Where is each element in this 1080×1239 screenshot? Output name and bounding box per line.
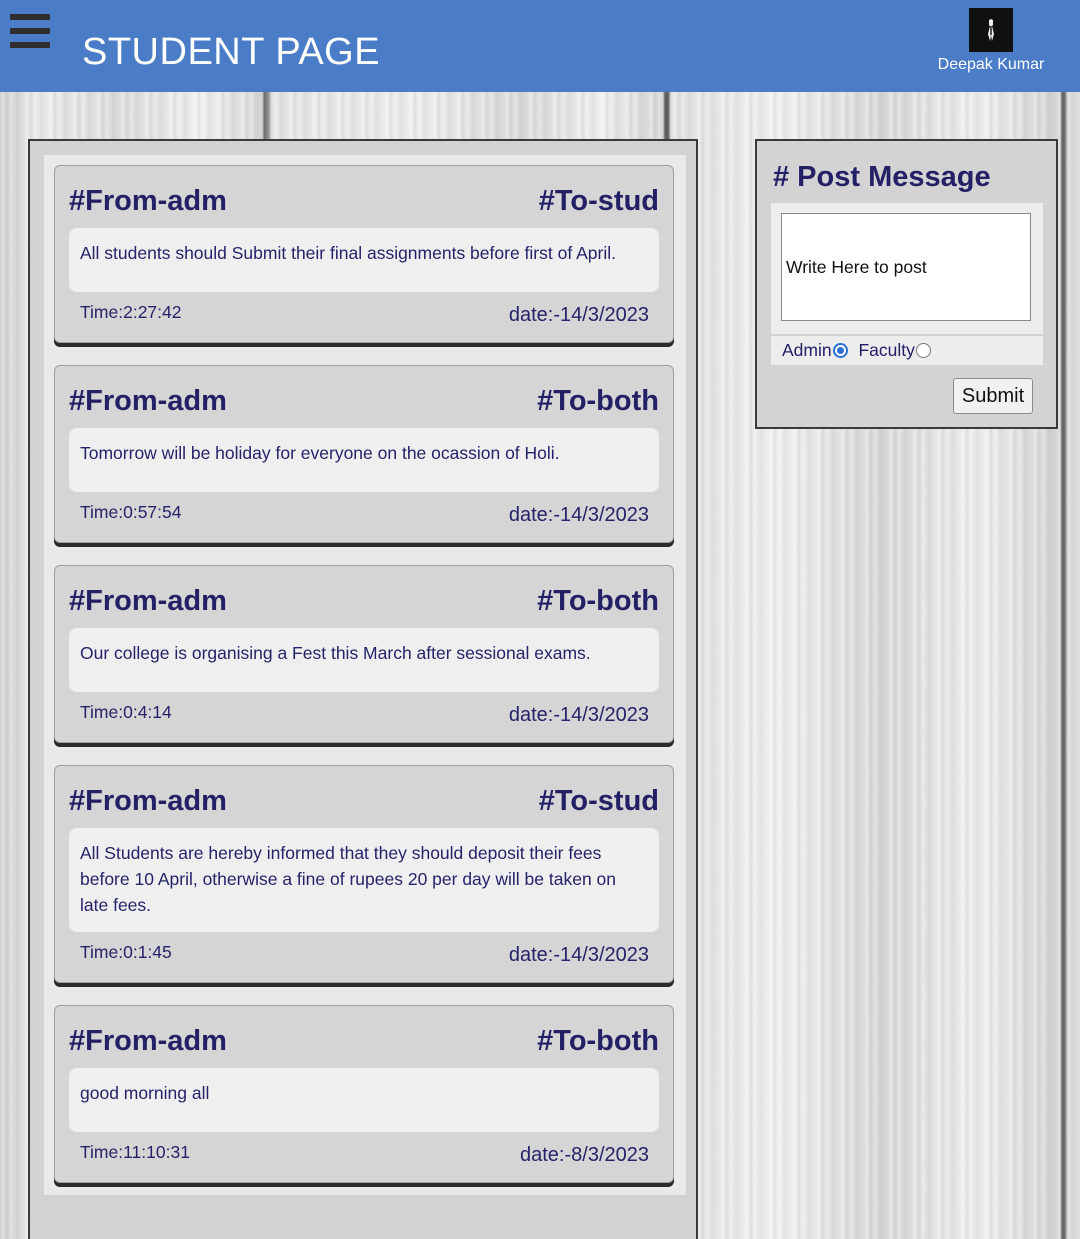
post-item: #From-adm #To-stud All students should S… <box>44 155 686 355</box>
avatar[interactable] <box>969 8 1013 52</box>
post-card: #From-adm #To-both good morning all Time… <box>54 1005 674 1183</box>
post-item: #From-adm #To-stud All Students are here… <box>44 755 686 995</box>
radio-faculty[interactable] <box>915 342 931 358</box>
post-message-panel: # Post Message Write Here to post Admin … <box>755 139 1058 429</box>
post-message: All students should Submit their final a… <box>69 228 659 292</box>
post-recipient: #To-both <box>537 585 659 617</box>
message-input[interactable]: Write Here to post <box>781 213 1031 321</box>
recipient-label-admin: Admin <box>782 340 832 360</box>
radio-admin[interactable] <box>832 342 848 358</box>
recipient-label-faculty: Faculty <box>858 340 915 360</box>
post-date: date:-8/3/2023 <box>520 1144 649 1166</box>
post-sender: #From-adm <box>69 1025 227 1057</box>
recipient-option-admin[interactable]: Admin <box>782 336 850 364</box>
post-recipient: #To-stud <box>538 785 659 817</box>
post-item: #From-adm #To-both good morning all Time… <box>44 995 686 1195</box>
post-date: date:-14/3/2023 <box>508 504 649 526</box>
post-time: Time:0:57:54 <box>80 502 182 522</box>
post-message: Our college is organising a Fest this Ma… <box>69 628 659 692</box>
compose-form: Write Here to post Admin Faculty <box>771 203 1043 365</box>
post-card: #From-adm #To-both Tomorrow will be holi… <box>54 365 674 543</box>
post-date: date:-14/3/2023 <box>508 304 649 326</box>
page-title: STUDENT PAGE <box>82 31 381 73</box>
post-sender: #From-adm <box>69 785 227 817</box>
user-profile[interactable]: Deepak Kumar <box>930 8 1052 84</box>
post-sender: #From-adm <box>69 585 227 617</box>
recipient-selector: Admin Faculty <box>771 334 1043 366</box>
post-card: #From-adm #To-stud All Students are here… <box>54 765 674 983</box>
post-sender: #From-adm <box>69 185 227 217</box>
post-time: Time:11:10:31 <box>80 1142 190 1162</box>
post-item: #From-adm #To-both Our college is organi… <box>44 555 686 755</box>
user-name: Deepak Kumar <box>937 56 1045 73</box>
post-item: #From-adm #To-both Tomorrow will be holi… <box>44 355 686 555</box>
recipient-option-faculty[interactable]: Faculty <box>858 336 932 364</box>
post-message: Tomorrow will be holiday for everyone on… <box>69 428 659 492</box>
post-message: good morning all <box>69 1068 659 1132</box>
post-date: date:-14/3/2023 <box>508 704 649 726</box>
hamburger-menu-icon[interactable] <box>10 14 50 48</box>
message-feed-list: #From-adm #To-stud All students should S… <box>44 155 686 1195</box>
post-card: #From-adm #To-stud All students should S… <box>54 165 674 343</box>
post-message: All Students are hereby informed that th… <box>69 828 659 932</box>
submit-button[interactable]: Submit <box>953 378 1033 414</box>
message-placeholder: Write Here to post <box>786 256 927 277</box>
post-date: date:-14/3/2023 <box>508 944 649 966</box>
post-time: Time:2:27:42 <box>80 302 182 322</box>
post-time: Time:0:4:14 <box>80 702 172 722</box>
post-recipient: #To-stud <box>538 185 659 217</box>
top-header-bar: STUDENT PAGE Deepak Kumar <box>0 0 1080 92</box>
message-feed-panel[interactable]: #From-adm #To-stud All students should S… <box>28 139 698 1239</box>
post-sender: #From-adm <box>69 385 227 417</box>
post-time: Time:0:1:45 <box>80 942 172 962</box>
compose-title: # Post Message <box>773 161 991 193</box>
post-card: #From-adm #To-both Our college is organi… <box>54 565 674 743</box>
post-recipient: #To-both <box>537 385 659 417</box>
post-recipient: #To-both <box>537 1025 659 1057</box>
